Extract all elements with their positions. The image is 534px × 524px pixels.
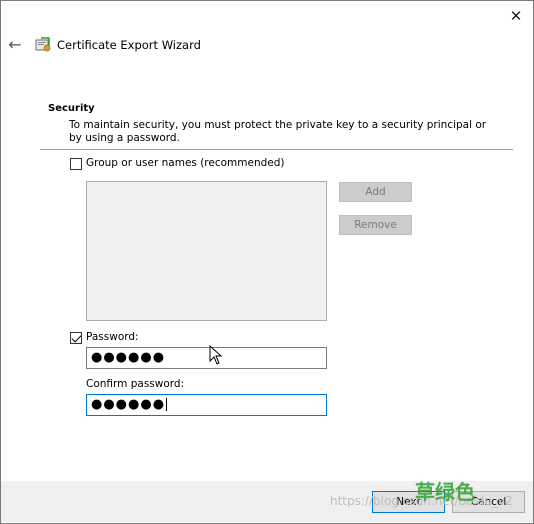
confirm-password-label: Confirm password: — [86, 378, 185, 390]
mouse-pointer-icon — [209, 345, 223, 365]
confirm-password-field[interactable]: ●●●●●● — [86, 394, 327, 416]
password-checkbox[interactable] — [70, 332, 82, 344]
add-button[interactable]: Add — [339, 182, 412, 202]
close-button[interactable]: ✕ — [506, 6, 526, 26]
remove-button[interactable]: Remove — [339, 215, 412, 235]
group-user-names-list[interactable] — [86, 181, 327, 321]
password-field[interactable]: ●●●●●● — [86, 347, 327, 369]
back-button[interactable]: ← — [5, 35, 25, 55]
password-label[interactable]: Password: — [86, 331, 139, 343]
certificate-wizard-icon — [35, 37, 51, 52]
watermark-chinese-text: 草绿色 — [415, 480, 475, 504]
back-arrow-icon[interactable]: ← — [8, 35, 21, 54]
password-value: ●●●●●● — [91, 350, 166, 365]
group-user-names-checkbox[interactable] — [70, 158, 82, 170]
wizard-title: Certificate Export Wizard — [57, 38, 201, 52]
text-caret — [166, 398, 168, 411]
section-title: Security — [48, 103, 95, 114]
divider — [40, 149, 513, 150]
group-user-names-label[interactable]: Group or user names (recommended) — [86, 157, 285, 169]
section-description: To maintain security, you must protect t… — [69, 119, 487, 144]
confirm-password-value: ●●●●●● — [91, 397, 166, 412]
close-icon[interactable]: ✕ — [510, 7, 523, 25]
